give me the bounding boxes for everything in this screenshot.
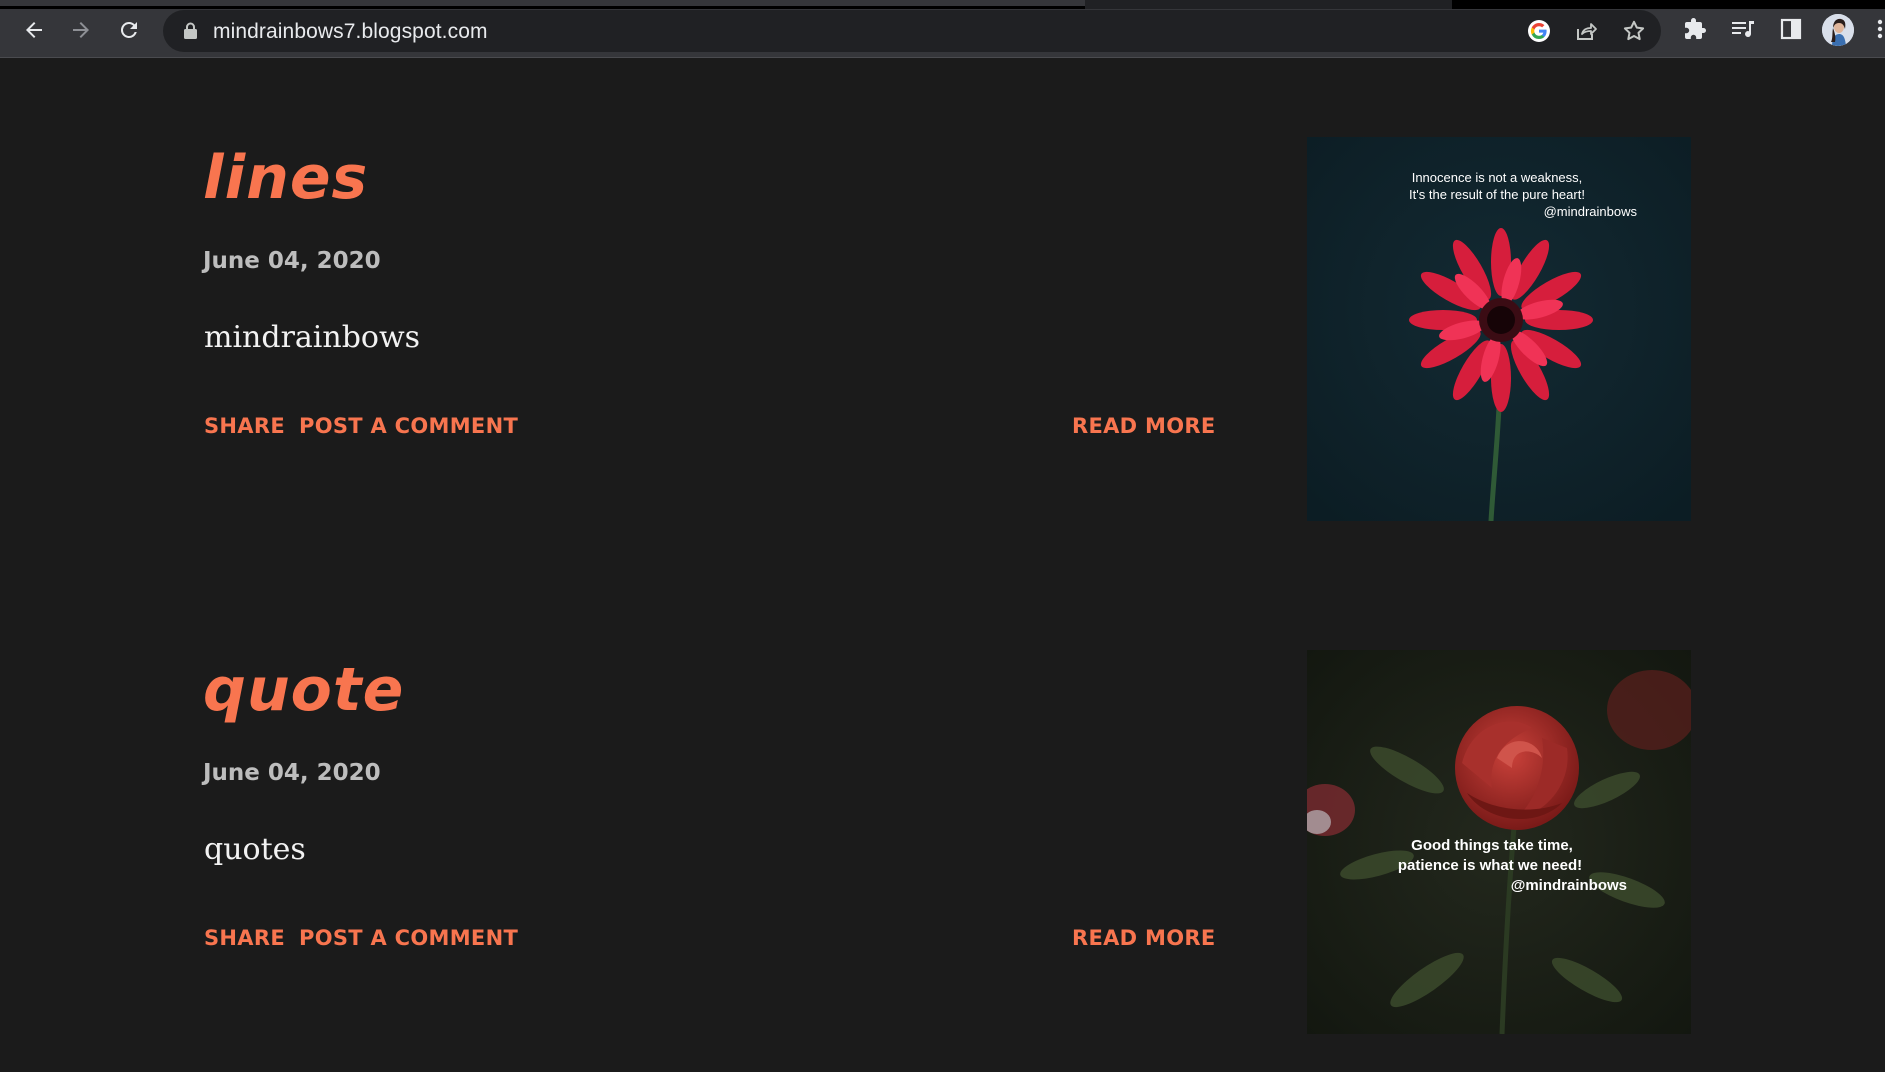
media-button[interactable] [1728,14,1758,44]
reload-icon [120,21,137,38]
daisy-image: Innocence is not a weakness, It's the re… [1307,137,1691,521]
profile-icon [1822,14,1854,46]
share-link[interactable]: SHARE [204,926,285,950]
post-snippet: mindrainbows [204,320,421,355]
share-link[interactable]: SHARE [204,414,285,438]
post-title[interactable]: lines [203,148,368,208]
image-quote-line1: Good things take time, [1411,837,1573,854]
lock-icon[interactable] [183,22,198,40]
address-bar[interactable]: mindrainbows7.blogspot.com [163,10,1661,52]
google-icon[interactable] [1527,19,1551,43]
post-thumbnail[interactable]: Innocence is not a weakness, It's the re… [1307,137,1691,521]
profile-avatar[interactable] [1822,14,1854,46]
post-snippet: quotes [204,832,306,867]
image-quote-line1: Innocence is not a weakness, [1412,170,1583,185]
post-comment-link[interactable]: POST A COMMENT [299,926,518,950]
read-more-link[interactable]: READ MORE [1072,414,1215,438]
share-icon[interactable] [1574,19,1598,43]
browser-toolbar: mindrainbows7.blogspot.com [0,0,1885,58]
image-handle: @mindrainbows [1511,877,1627,894]
tab-active[interactable] [0,0,1085,9]
toolbar-divider [0,57,1885,58]
post-thumbnail[interactable]: Good things take time, patience is what … [1307,650,1691,1034]
post-date: June 04, 2020 [203,248,381,274]
image-handle: @mindrainbows [1544,204,1638,219]
tab-inactive[interactable] [1452,0,1885,9]
side-panel-icon [1780,18,1802,40]
back-button[interactable] [14,12,54,48]
extensions-button[interactable] [1680,14,1710,44]
read-more-link[interactable]: READ MORE [1072,926,1215,950]
tab-strip [0,0,1885,9]
image-quote-line2: patience is what we need! [1398,857,1582,874]
menu-icon[interactable] [1872,14,1885,44]
extensions-icon [1685,18,1706,39]
forward-icon [73,22,89,38]
image-quote-line2: It's the result of the pure heart! [1409,187,1585,202]
rose-image: Good things take time, patience is what … [1307,650,1691,1034]
forward-button[interactable] [61,12,101,48]
post-date: June 04, 2020 [203,760,381,786]
post-comment-link[interactable]: POST A COMMENT [299,414,518,438]
post-title[interactable]: quote [203,660,404,720]
reload-button[interactable] [109,12,149,48]
star-icon[interactable] [1622,19,1646,43]
back-icon [26,22,42,38]
media-icon [1732,21,1754,38]
url-text[interactable]: mindrainbows7.blogspot.com [213,20,488,44]
side-panel-button[interactable] [1776,14,1806,44]
